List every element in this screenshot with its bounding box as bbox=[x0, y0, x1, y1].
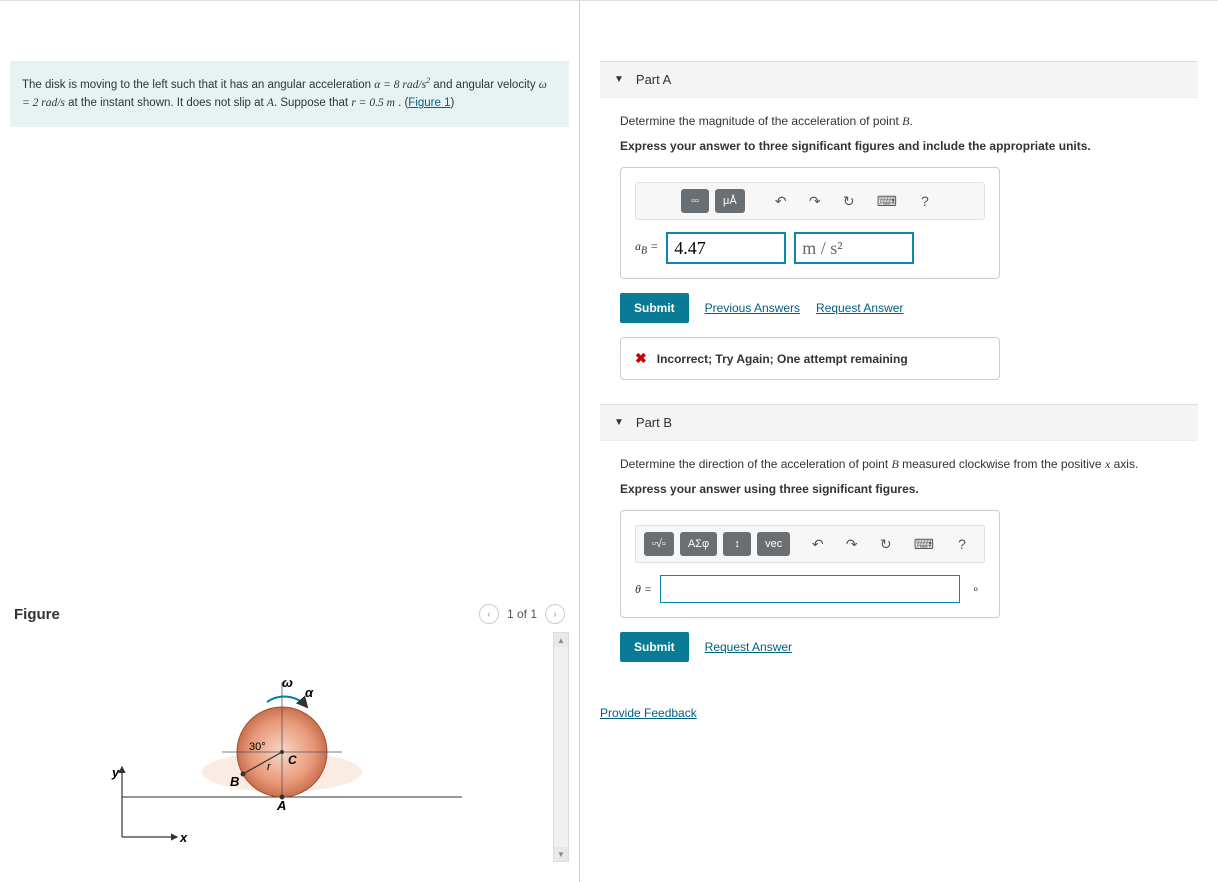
reset-button[interactable]: ↻ bbox=[835, 189, 863, 213]
feedback-text: Incorrect; Try Again; One attempt remain… bbox=[657, 352, 908, 366]
undo-button[interactable]: ↶ bbox=[767, 189, 795, 213]
figure-page-indicator: 1 of 1 bbox=[507, 607, 537, 621]
figure-image: ω α 30° C r B A y x bbox=[10, 632, 553, 872]
part-b-request-answer-link[interactable]: Request Answer bbox=[705, 640, 792, 654]
part-a-answer-box: ▫▫ μÅ ↶ ↷ ↻ ⌨ ? aB = bbox=[620, 167, 1000, 279]
micro-angstrom-button[interactable]: μÅ bbox=[715, 189, 745, 213]
part-a-title: Part A bbox=[636, 72, 671, 87]
figure-title: Figure bbox=[14, 606, 60, 623]
redo-button[interactable]: ↷ bbox=[838, 532, 866, 556]
part-b-header[interactable]: ▼ Part B bbox=[600, 404, 1198, 441]
omega-label: ω bbox=[282, 675, 293, 690]
incorrect-icon: ✖ bbox=[635, 350, 647, 367]
updown-button[interactable]: ↕ bbox=[723, 532, 751, 556]
figure-link[interactable]: Figure 1 bbox=[408, 97, 450, 109]
templates-button[interactable]: ▫√▫ bbox=[644, 532, 674, 556]
part-a-format-instruction: Express your answer to three significant… bbox=[620, 139, 1178, 153]
part-b-instruction: Determine the direction of the accelerat… bbox=[620, 457, 1178, 472]
redo-button[interactable]: ↷ bbox=[801, 189, 829, 213]
figure-scrollbar[interactable]: ▲ ▼ bbox=[553, 632, 569, 862]
c-label: C bbox=[288, 753, 297, 767]
problem-statement: The disk is moving to the left such that… bbox=[10, 61, 569, 127]
part-a-units-input[interactable] bbox=[794, 232, 914, 264]
part-a-header[interactable]: ▼ Part A bbox=[600, 61, 1198, 98]
b-label: B bbox=[230, 774, 239, 789]
y-axis-label: y bbox=[111, 765, 120, 780]
help-button[interactable]: ? bbox=[948, 532, 976, 556]
theta-label: θ = bbox=[635, 582, 652, 597]
units-fraction-button[interactable]: ▫▫ bbox=[681, 189, 709, 213]
scroll-down-icon[interactable]: ▼ bbox=[554, 847, 568, 861]
figure-next-button[interactable]: › bbox=[545, 604, 565, 624]
part-a-request-answer-link[interactable]: Request Answer bbox=[816, 301, 903, 315]
caret-down-icon: ▼ bbox=[614, 417, 624, 428]
figure-prev-button[interactable]: ‹ bbox=[479, 604, 499, 624]
part-b-format-instruction: Express your answer using three signific… bbox=[620, 482, 1178, 496]
caret-down-icon: ▼ bbox=[614, 74, 624, 85]
a-label: A bbox=[276, 798, 286, 813]
part-b-answer-box: ▫√▫ ΑΣφ ↕ vec ↶ ↷ ↻ ⌨ ? θ = ∘ bbox=[620, 510, 1000, 618]
greek-button[interactable]: ΑΣφ bbox=[680, 532, 717, 556]
part-b-submit-button[interactable]: Submit bbox=[620, 632, 689, 662]
part-b-value-input[interactable] bbox=[660, 575, 960, 603]
scroll-up-icon[interactable]: ▲ bbox=[554, 633, 568, 647]
reset-button[interactable]: ↻ bbox=[872, 532, 900, 556]
keyboard-button[interactable]: ⌨ bbox=[906, 532, 942, 556]
part-a-feedback: ✖ Incorrect; Try Again; One attempt rema… bbox=[620, 337, 1000, 380]
part-a-submit-button[interactable]: Submit bbox=[620, 293, 689, 323]
part-a-instruction: Determine the magnitude of the accelerat… bbox=[620, 114, 1178, 129]
text: The disk is moving to the left such that… bbox=[22, 79, 374, 91]
alpha-label: α bbox=[305, 685, 314, 700]
angle-label: 30° bbox=[249, 741, 266, 753]
degree-unit: ∘ bbox=[972, 582, 980, 596]
x-axis-label: x bbox=[179, 830, 188, 845]
part-a-previous-answers-link[interactable]: Previous Answers bbox=[705, 301, 800, 315]
undo-button[interactable]: ↶ bbox=[804, 532, 832, 556]
keyboard-button[interactable]: ⌨ bbox=[869, 189, 905, 213]
help-button[interactable]: ? bbox=[911, 189, 939, 213]
provide-feedback-link[interactable]: Provide Feedback bbox=[600, 706, 697, 720]
part-a-value-input[interactable] bbox=[666, 232, 786, 264]
vec-button[interactable]: vec bbox=[757, 532, 790, 556]
part-b-title: Part B bbox=[636, 415, 672, 430]
